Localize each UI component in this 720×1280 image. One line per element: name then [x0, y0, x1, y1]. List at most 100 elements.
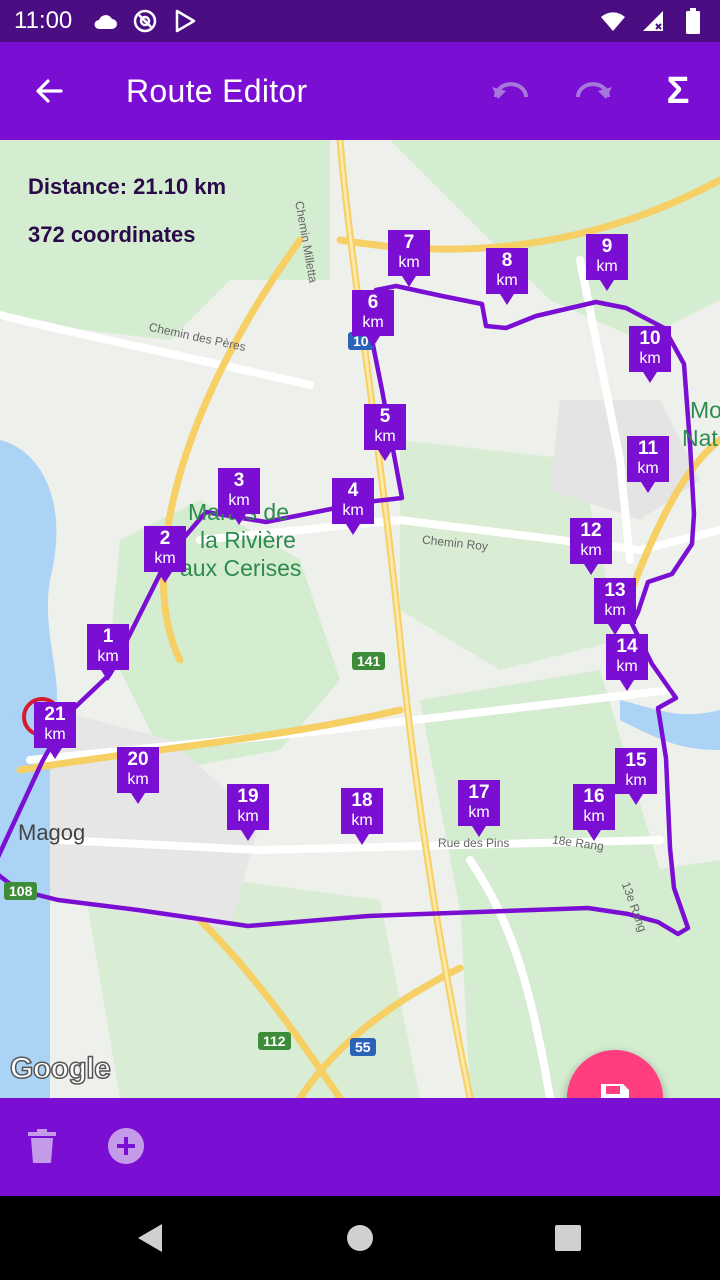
delete-button[interactable] [16, 1120, 68, 1172]
town-label: Magog [18, 820, 86, 845]
arrow-left-icon [36, 79, 63, 103]
km-marker[interactable]: 6 km [350, 290, 396, 348]
km-marker-unit: km [596, 258, 618, 275]
status-time: 11:00 [14, 7, 73, 34]
km-marker-number: 19 [237, 786, 259, 807]
route-shield-108: 108 [4, 882, 38, 900]
km-marker-unit: km [351, 812, 373, 829]
km-marker-number: 20 [127, 749, 149, 770]
km-marker[interactable]: 7 km [386, 230, 432, 288]
km-marker-unit: km [639, 350, 661, 367]
at-sign-icon [132, 8, 158, 34]
km-marker-number: 11 [637, 438, 659, 459]
km-marker-unit: km [583, 808, 605, 825]
km-marker-unit: km [127, 771, 149, 788]
nav-home-button[interactable] [338, 1216, 382, 1260]
app-bar: Route Editor Σ [0, 42, 720, 140]
km-marker-number: 4 [347, 480, 359, 501]
km-marker-number: 16 [583, 786, 605, 807]
km-marker[interactable]: 15 km [613, 748, 659, 806]
sigma-icon: Σ [666, 70, 690, 112]
km-marker-number: 6 [367, 292, 379, 313]
coordinates-count: 372 coordinates [28, 222, 196, 247]
system-nav-bar [0, 1196, 720, 1280]
km-marker[interactable]: 10 km [627, 326, 673, 384]
km-marker-unit: km [154, 550, 176, 567]
km-marker[interactable]: 20 km [115, 747, 161, 805]
km-marker-number: 8 [501, 250, 513, 271]
undo-icon [492, 82, 528, 99]
km-marker-number: 7 [403, 232, 415, 253]
km-marker-unit: km [625, 772, 647, 789]
add-point-button[interactable] [100, 1120, 152, 1172]
km-marker-unit: km [97, 648, 119, 665]
km-marker[interactable]: 21 km [32, 702, 78, 760]
km-marker-number: 10 [639, 328, 661, 349]
place-mont-partial-2: Nat [682, 425, 718, 451]
back-triangle-icon [138, 1224, 162, 1252]
battery-icon [680, 8, 706, 34]
nav-recents-button[interactable] [546, 1216, 590, 1260]
km-marker-unit: km [637, 460, 659, 477]
km-marker-unit: km [362, 314, 384, 331]
km-marker-number: 2 [159, 528, 171, 549]
km-marker[interactable]: 5 km [362, 404, 408, 462]
km-marker[interactable]: 9 km [584, 234, 630, 292]
cloud-icon [92, 8, 118, 34]
km-marker-number: 5 [379, 406, 391, 427]
route-shield-112: 112 [258, 1032, 291, 1050]
km-marker-number: 18 [351, 790, 373, 811]
km-marker-unit: km [237, 808, 259, 825]
km-marker[interactable]: 19 km [225, 784, 271, 842]
km-marker-unit: km [398, 254, 420, 271]
km-marker-unit: km [616, 658, 638, 675]
home-circle-icon [347, 1225, 373, 1251]
place-mont-partial-1: Mo [690, 397, 720, 423]
km-marker-number: 3 [233, 470, 245, 491]
road-label-rue-des-pins: Rue des Pins [438, 836, 510, 850]
km-marker[interactable]: 1 km [85, 624, 131, 682]
play-store-icon [172, 8, 198, 34]
km-marker-number: 15 [625, 750, 647, 771]
km-marker-number: 17 [468, 782, 490, 803]
km-marker-unit: km [496, 272, 518, 289]
km-marker[interactable]: 3 km [216, 468, 262, 526]
google-logo: Google [9, 1051, 111, 1086]
status-bar: 11:00 [0, 0, 720, 42]
redo-icon [576, 82, 612, 99]
km-marker[interactable]: 11 km [625, 436, 671, 494]
km-marker[interactable]: 13 km [592, 578, 638, 636]
km-marker-number: 1 [102, 626, 114, 647]
km-marker-number: 12 [580, 520, 602, 541]
signal-icon [640, 8, 666, 34]
km-marker-unit: km [342, 502, 364, 519]
map-view[interactable]: Distance: 21.10 km 372 coordinates Marai… [0, 140, 720, 1098]
km-marker[interactable]: 12 km [568, 518, 614, 576]
km-marker[interactable]: 16 km [571, 784, 617, 842]
route-shield-141: 141 [352, 652, 386, 670]
place-marais-line2: la Rivière [200, 527, 296, 553]
km-marker-unit: km [228, 492, 250, 509]
add-circle-icon [108, 1128, 144, 1164]
bottom-bar [0, 1098, 720, 1196]
km-marker-unit: km [604, 602, 626, 619]
km-marker-number: 14 [616, 636, 638, 657]
km-marker-unit: km [374, 428, 396, 445]
undo-button[interactable] [468, 42, 552, 140]
km-marker[interactable]: 17 km [456, 780, 502, 838]
delete-icon [28, 1129, 56, 1163]
distance-label: Distance: 21.10 km [28, 174, 227, 199]
statistics-button[interactable]: Σ [636, 42, 720, 140]
km-marker[interactable]: 4 km [330, 478, 376, 536]
redo-button[interactable] [552, 42, 636, 140]
km-marker[interactable]: 2 km [142, 526, 188, 584]
km-marker-number: 21 [44, 704, 66, 725]
km-marker-unit: km [44, 726, 66, 743]
km-marker-number: 9 [601, 236, 613, 257]
km-marker[interactable]: 8 km [484, 248, 530, 306]
km-marker-number: 13 [604, 580, 626, 601]
km-marker[interactable]: 18 km [339, 788, 385, 846]
back-button[interactable] [0, 42, 98, 140]
km-marker[interactable]: 14 km [604, 634, 650, 692]
nav-back-button[interactable] [128, 1216, 172, 1260]
